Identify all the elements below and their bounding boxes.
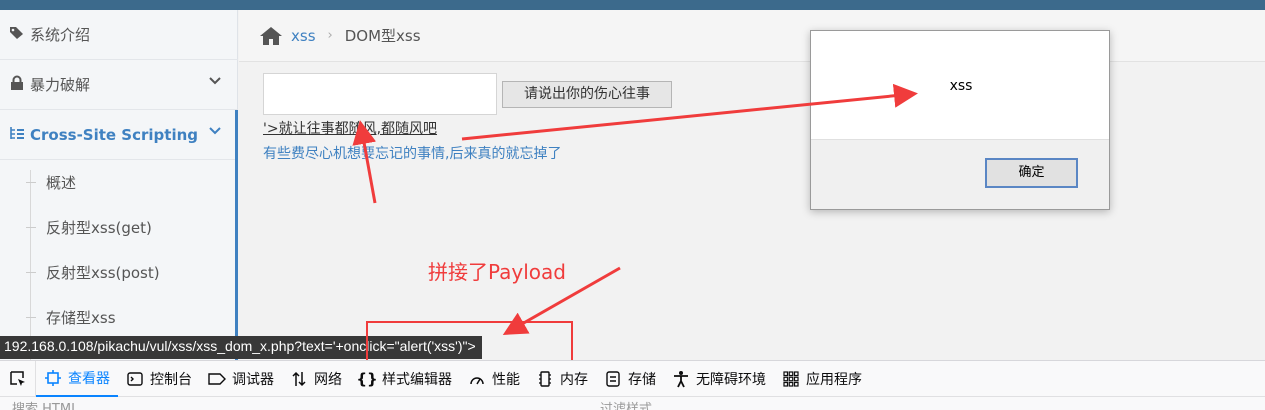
tab-label: 存储 — [628, 371, 656, 388]
devtools-search-row: 搜索 HTML 过滤样式 — [0, 398, 1265, 410]
tab-network[interactable]: 网络 — [282, 361, 350, 397]
style-editor-icon: {} — [356, 369, 378, 388]
devtools-panel: 查看器 控制台 调试器 网络 {} 样式编辑器 性能 内存 存储 无障碍环境 应… — [0, 360, 1265, 410]
annotation-label: 拼接了Payload — [428, 260, 566, 284]
tab-console[interactable]: 控制台 — [118, 361, 200, 397]
element-picker-icon[interactable] — [0, 360, 36, 397]
inspector-icon — [44, 369, 62, 387]
tab-label: 网络 — [314, 371, 342, 388]
tab-label: 样式编辑器 — [382, 371, 452, 388]
debugger-icon — [208, 370, 226, 388]
accessibility-icon — [672, 370, 690, 388]
tab-label: 内存 — [560, 371, 588, 388]
tab-accessibility[interactable]: 无障碍环境 — [664, 361, 774, 397]
tab-label: 控制台 — [150, 371, 192, 388]
tab-label: 调试器 — [232, 371, 274, 388]
annotation-highlight-box — [366, 321, 573, 365]
tab-inspector[interactable]: 查看器 — [36, 361, 118, 397]
memory-icon — [536, 370, 554, 388]
filter-styles-input[interactable]: 过滤样式 — [600, 398, 652, 410]
tab-style-editor[interactable]: {} 样式编辑器 — [350, 361, 460, 397]
tab-storage[interactable]: 存储 — [596, 361, 664, 397]
annotation-arrows — [352, 83, 918, 335]
performance-icon — [468, 370, 486, 388]
tab-label: 性能 — [492, 371, 520, 388]
tab-label: 应用程序 — [806, 371, 862, 388]
storage-icon — [604, 370, 622, 388]
network-icon — [290, 370, 308, 388]
tab-label: 查看器 — [68, 370, 110, 387]
application-icon — [782, 370, 800, 388]
tab-debugger[interactable]: 调试器 — [200, 361, 282, 397]
tab-label: 无障碍环境 — [696, 371, 766, 388]
tab-performance[interactable]: 性能 — [460, 361, 528, 397]
devtools-tabs: 查看器 控制台 调试器 网络 {} 样式编辑器 性能 内存 存储 无障碍环境 应… — [0, 360, 1265, 397]
tab-memory[interactable]: 内存 — [528, 361, 596, 397]
search-html-input[interactable]: 搜索 HTML — [12, 398, 78, 410]
arrow-to-link — [352, 120, 377, 204]
tab-application[interactable]: 应用程序 — [774, 361, 870, 397]
console-icon — [126, 370, 144, 388]
arrow-to-dialog — [461, 83, 918, 141]
